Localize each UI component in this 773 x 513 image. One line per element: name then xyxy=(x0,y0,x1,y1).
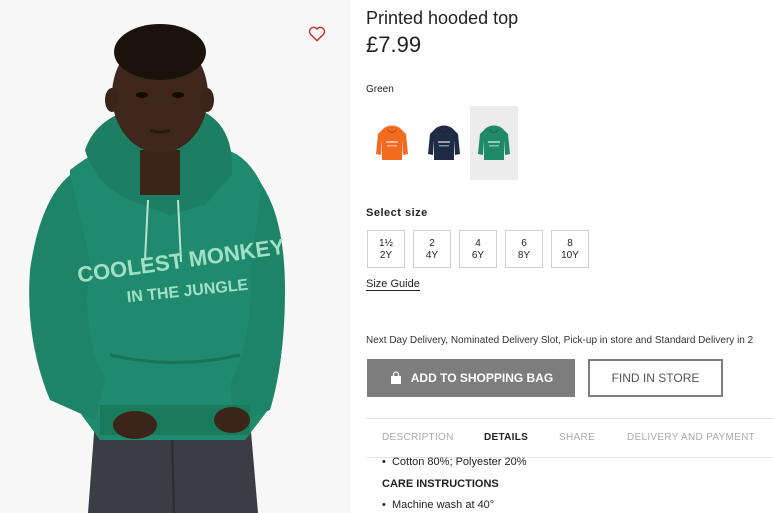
model-photo: COOLEST MONKEY IN THE JUNGLE xyxy=(0,0,350,513)
color-swatch-orange[interactable] xyxy=(368,106,416,180)
hoodie-thumbnail xyxy=(478,125,510,160)
size-option-years: 8Y xyxy=(517,250,531,261)
hoodie-thumbnail xyxy=(376,125,408,160)
size-option-age: 4 xyxy=(475,238,481,249)
bullet: • xyxy=(382,499,392,511)
size-option-age: 2 xyxy=(429,238,435,249)
delivery-info: Next Day Delivery, Nominated Delivery Sl… xyxy=(366,335,754,346)
tab-description[interactable]: DESCRIPTION xyxy=(382,432,454,443)
select-size-heading: Select size xyxy=(366,207,428,219)
product-price: £7.99 xyxy=(366,32,422,57)
shopping-bag-icon xyxy=(390,371,401,384)
care-item-text: Machine wash at 40° xyxy=(391,499,495,511)
size-option[interactable]: 1½ 2Y xyxy=(367,230,405,268)
size-option[interactable]: 6 8Y xyxy=(505,230,543,268)
product-title: Printed hooded top xyxy=(366,8,519,28)
add-to-bag-label: ADD TO SHOPPING BAG xyxy=(410,371,554,385)
size-option[interactable]: 4 6Y xyxy=(459,230,497,268)
size-option-age: 1½ xyxy=(379,238,393,249)
care-item: • Machine wash at 40° xyxy=(382,499,494,511)
find-in-store-button[interactable]: FIND IN STORE xyxy=(588,359,723,397)
size-option[interactable]: 2 4Y xyxy=(413,230,451,268)
size-option-age: 6 xyxy=(521,238,527,249)
color-swatch-green[interactable] xyxy=(470,106,518,180)
size-option-years: 6Y xyxy=(471,250,485,261)
favourite-heart-icon[interactable] xyxy=(307,24,327,44)
size-guide-link[interactable]: Size Guide xyxy=(366,278,420,291)
add-to-bag-button[interactable]: ADD TO SHOPPING BAG xyxy=(367,359,575,397)
size-option[interactable]: 8 10Y xyxy=(551,230,589,268)
size-option-years: 4Y xyxy=(425,250,439,261)
tab-details[interactable]: DETAILS xyxy=(484,432,528,443)
size-option-years: 2Y xyxy=(379,250,393,261)
hoodie-thumbnail xyxy=(428,125,460,160)
color-swatch-navy[interactable] xyxy=(420,106,468,180)
size-option-age: 8 xyxy=(567,238,573,249)
tab-delivery-and-payment[interactable]: DELIVERY AND PAYMENT xyxy=(627,432,755,443)
product-image: COOLEST MONKEY IN THE JUNGLE xyxy=(0,0,350,513)
product-info-tabs: DESCRIPTION DETAILS SHARE DELIVERY AND P… xyxy=(366,418,773,458)
care-instructions-heading: CARE INSTRUCTIONS xyxy=(382,478,499,490)
composition-text: Cotton 80%; Polyester 20% xyxy=(391,456,527,468)
composition-item: • Cotton 80%; Polyester 20% xyxy=(382,456,527,468)
find-in-store-label: FIND IN STORE xyxy=(611,371,700,385)
selected-color-label: Green xyxy=(366,84,394,95)
size-option-years: 10Y xyxy=(561,250,579,261)
tab-share[interactable]: SHARE xyxy=(559,432,595,443)
bullet: • xyxy=(382,456,392,468)
